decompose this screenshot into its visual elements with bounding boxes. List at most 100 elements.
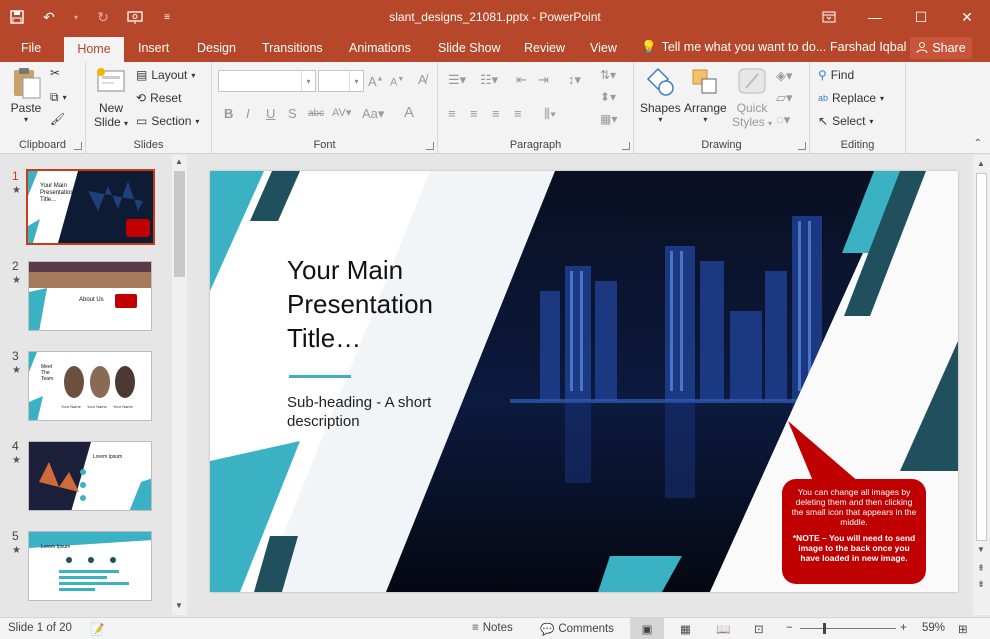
tab-design[interactable]: Design	[189, 40, 244, 62]
slide-scrollbar[interactable]: ▲ ▼ ⇞ ⇟	[973, 155, 990, 615]
thumbnails-scrollbar[interactable]: ▲ ▼	[172, 155, 187, 615]
shape-fill-icon[interactable]: ◈▾	[776, 68, 793, 84]
smartart-icon[interactable]: ▦▾	[600, 112, 617, 126]
new-slide-button[interactable]: New Slide ▾	[94, 66, 128, 129]
shadow-icon[interactable]: S	[288, 106, 297, 121]
bullets-icon[interactable]: ☰▾	[448, 72, 466, 88]
spell-check-icon[interactable]: 📝	[90, 622, 104, 636]
bold-icon[interactable]: B	[224, 106, 233, 121]
notes-button[interactable]: ≡ Notes	[472, 622, 513, 634]
columns-icon[interactable]: ⫼▾	[544, 106, 556, 122]
zoom-in-icon[interactable]: +	[900, 622, 907, 634]
tab-review[interactable]: Review	[516, 40, 573, 62]
underline-icon[interactable]: U	[266, 106, 275, 121]
character-spacing-icon[interactable]: AV▾	[332, 106, 351, 119]
main-slide[interactable]: Your Main Presentation Title… Sub-headin…	[210, 171, 958, 592]
shape-outline-icon[interactable]: ▱▾	[776, 90, 793, 106]
align-text-icon[interactable]: ⬍▾	[600, 90, 616, 104]
quick-styles-button[interactable]: Quick Styles ▾	[732, 66, 772, 129]
strikethrough-icon[interactable]: abc	[308, 108, 324, 119]
layout-button[interactable]: ▤ Layout ▾	[136, 68, 195, 82]
text-direction-icon[interactable]: ⇅▾	[600, 68, 616, 82]
zoom-out-icon[interactable]: −	[786, 622, 793, 634]
line-spacing-icon[interactable]: ↕▾	[568, 72, 581, 88]
zoom-slider[interactable]	[800, 628, 896, 629]
section-button[interactable]: ▭ Section ▾	[136, 114, 199, 128]
replace-icon: ab	[818, 93, 829, 103]
tab-transitions[interactable]: Transitions	[254, 40, 331, 62]
ribbon: Paste ▾ ✂ ⧉ ▾ 🖌 Clipboard New Slide ▾ ▤ L…	[0, 62, 990, 154]
replace-button[interactable]: ab Replace ▾	[818, 91, 884, 105]
tab-animations[interactable]: Animations	[341, 40, 419, 62]
chevron-down-icon[interactable]: ▾	[349, 71, 363, 91]
scroll-down-icon[interactable]: ▼	[974, 545, 988, 554]
font-name-input[interactable]: ▾	[218, 70, 316, 92]
numbering-icon[interactable]: ☷▾	[480, 72, 498, 88]
shapes-button[interactable]: Shapes ▾	[640, 66, 681, 124]
maximize-icon[interactable]: ☐	[898, 0, 944, 34]
cut-icon[interactable]: ✂	[50, 66, 60, 80]
scrollbar-thumb[interactable]	[976, 173, 987, 541]
justify-icon[interactable]: ≡	[514, 106, 522, 121]
arrange-button[interactable]: Arrange ▾	[684, 66, 727, 124]
normal-view-icon[interactable]: ▣	[630, 618, 664, 639]
scroll-up-icon[interactable]: ▲	[974, 159, 988, 168]
slide-subtitle[interactable]: Sub-heading - A short description	[287, 393, 462, 431]
ribbon-display-icon[interactable]	[806, 0, 852, 34]
scrollbar-thumb[interactable]	[174, 171, 185, 277]
note-callout[interactable]: You can change all images by deleting th…	[782, 479, 926, 584]
slideshow-icon[interactable]: ⊡	[754, 622, 764, 636]
drawing-launcher-icon[interactable]	[798, 142, 806, 150]
chevron-down-icon[interactable]: ▾	[301, 71, 315, 91]
increase-font-icon[interactable]: A▲	[368, 74, 384, 89]
italic-icon[interactable]: I	[246, 106, 250, 121]
tab-home[interactable]: Home	[64, 37, 124, 62]
slide-thumbnail-5[interactable]: Lorem Ipsum	[28, 531, 152, 601]
paste-button[interactable]: Paste ▾	[10, 66, 42, 124]
tab-insert[interactable]: Insert	[130, 40, 177, 62]
share-button[interactable]: Share	[910, 37, 972, 59]
decrease-font-icon[interactable]: A▼	[390, 76, 404, 89]
slide-title[interactable]: Your Main Presentation Title…	[287, 253, 467, 355]
collapse-ribbon-icon[interactable]: ⌃	[974, 138, 982, 149]
slide-thumbnail-1[interactable]: Your Main Presentation Title...	[26, 169, 155, 245]
close-icon[interactable]: ✕	[944, 0, 990, 34]
find-button[interactable]: ⚲ Find	[818, 68, 854, 82]
slide-thumbnail-3[interactable]: Meet The Team Your Name Your Name Your N…	[28, 351, 152, 421]
comments-button[interactable]: 💬 Comments	[540, 622, 614, 636]
slide-thumbnail-2[interactable]: About Us	[28, 261, 152, 331]
minimize-icon[interactable]: —	[852, 0, 898, 34]
increase-indent-icon[interactable]: ⇥	[538, 72, 549, 88]
align-center-icon[interactable]: ≡	[470, 106, 478, 121]
font-launcher-icon[interactable]	[426, 142, 434, 150]
fit-to-window-icon[interactable]: ⊞	[958, 622, 968, 636]
font-color-icon[interactable]: A	[404, 104, 414, 121]
tab-slide-show[interactable]: Slide Show	[430, 40, 509, 62]
font-size-input[interactable]: ▾	[318, 70, 364, 92]
scroll-up-icon[interactable]: ▲	[172, 157, 186, 166]
paragraph-launcher-icon[interactable]	[622, 142, 630, 150]
clipboard-launcher-icon[interactable]	[74, 142, 82, 150]
format-painter-icon[interactable]: 🖌	[50, 112, 65, 126]
slide-sorter-icon[interactable]: ▦	[680, 622, 691, 636]
previous-slide-icon[interactable]: ⇞	[974, 563, 988, 574]
change-case-icon[interactable]: Aa▾	[362, 106, 384, 122]
reading-view-icon[interactable]: 📖	[716, 622, 730, 636]
select-button[interactable]: ↖ Select ▾	[818, 114, 873, 128]
slide-thumbnail-4[interactable]: Lorem Ipsum	[28, 441, 152, 511]
scroll-down-icon[interactable]: ▼	[172, 601, 186, 610]
align-right-icon[interactable]: ≡	[492, 106, 500, 121]
zoom-level[interactable]: 59%	[922, 622, 945, 634]
tab-view[interactable]: View	[582, 40, 625, 62]
user-name[interactable]: Farshad Iqbal	[830, 40, 906, 54]
copy-icon[interactable]: ⧉ ▾	[50, 90, 67, 105]
decrease-indent-icon[interactable]: ⇤	[516, 72, 527, 88]
zoom-slider-knob[interactable]	[823, 623, 826, 634]
align-left-icon[interactable]: ≡	[448, 106, 456, 121]
tell-me-box[interactable]: 💡 Tell me what you want to do...	[641, 40, 826, 55]
next-slide-icon[interactable]: ⇟	[974, 579, 988, 590]
reset-button[interactable]: ⟲ Reset	[136, 91, 181, 105]
clear-formatting-icon[interactable]: A̸	[418, 72, 427, 87]
shape-effects-icon[interactable]: ◌▾	[776, 112, 790, 128]
tab-file[interactable]: File	[13, 40, 49, 62]
